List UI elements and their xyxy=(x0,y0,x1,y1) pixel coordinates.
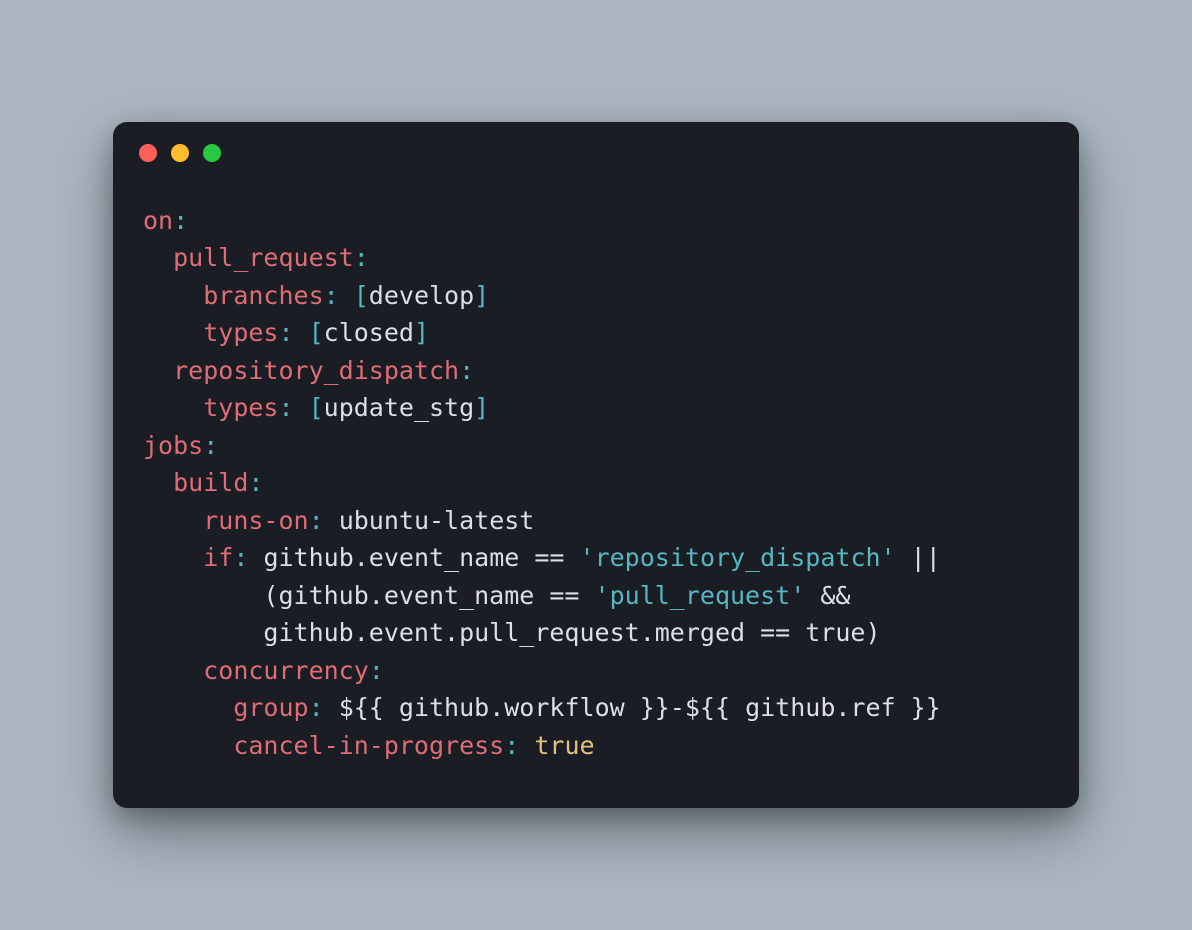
code-token: (github.event_name == xyxy=(143,581,595,610)
code-token: && xyxy=(805,581,865,610)
code-token: pull_request xyxy=(173,243,354,272)
code-token: 'repository_dispatch' xyxy=(580,543,896,572)
code-token: github.event.pull_request.merged == true… xyxy=(143,618,881,647)
code-token xyxy=(143,731,233,760)
code-line: (github.event_name == 'pull_request' && xyxy=(143,577,1049,615)
code-token: if xyxy=(203,543,233,572)
code-line: branches: [develop] xyxy=(143,277,1049,315)
close-icon[interactable] xyxy=(139,144,157,162)
code-token xyxy=(143,281,203,310)
code-line: jobs: xyxy=(143,427,1049,465)
code-line: github.event.pull_request.merged == true… xyxy=(143,614,1049,652)
code-token: : xyxy=(173,206,188,235)
window-titlebar xyxy=(113,122,1079,162)
code-token: runs-on xyxy=(203,506,308,535)
code-token: github.event_name == xyxy=(248,543,579,572)
code-token: types xyxy=(203,318,278,347)
code-token: : xyxy=(369,656,384,685)
code-line: types: [update_stg] xyxy=(143,389,1049,427)
code-token: cancel-in-progress xyxy=(233,731,504,760)
code-token: ] xyxy=(474,393,489,422)
code-token xyxy=(143,393,203,422)
code-line: build: xyxy=(143,464,1049,502)
maximize-icon[interactable] xyxy=(203,144,221,162)
code-line: types: [closed] xyxy=(143,314,1049,352)
code-window: on: pull_request: branches: [develop] ty… xyxy=(113,122,1079,809)
code-token: ubuntu-latest xyxy=(324,506,535,535)
code-token: repository_dispatch xyxy=(173,356,459,385)
code-line: pull_request: xyxy=(143,239,1049,277)
code-token: closed xyxy=(324,318,414,347)
code-block: on: pull_request: branches: [develop] ty… xyxy=(113,162,1079,809)
code-token: : xyxy=(248,468,263,497)
code-token xyxy=(143,543,203,572)
code-token: : [ xyxy=(324,281,369,310)
code-token: branches xyxy=(203,281,323,310)
code-token: ] xyxy=(474,281,489,310)
code-line: on: xyxy=(143,202,1049,240)
code-token: types xyxy=(203,393,278,422)
code-token xyxy=(143,356,173,385)
code-token: jobs xyxy=(143,431,203,460)
code-token: develop xyxy=(369,281,474,310)
code-line: runs-on: ubuntu-latest xyxy=(143,502,1049,540)
code-token xyxy=(143,243,173,272)
code-token: 'pull_request' xyxy=(595,581,806,610)
code-token: concurrency xyxy=(203,656,369,685)
code-token: true xyxy=(534,731,594,760)
code-token: : xyxy=(354,243,369,272)
code-token xyxy=(143,656,203,685)
code-line: repository_dispatch: xyxy=(143,352,1049,390)
code-token: : xyxy=(459,356,474,385)
code-token: : xyxy=(309,506,324,535)
code-token: : xyxy=(233,543,248,572)
code-token: : xyxy=(309,693,324,722)
code-token: : xyxy=(203,431,218,460)
code-token xyxy=(143,318,203,347)
code-line: concurrency: xyxy=(143,652,1049,690)
code-token: build xyxy=(173,468,248,497)
code-token: : [ xyxy=(278,318,323,347)
code-token xyxy=(143,468,173,497)
code-token xyxy=(519,731,534,760)
minimize-icon[interactable] xyxy=(171,144,189,162)
code-token xyxy=(143,693,233,722)
code-token: update_stg xyxy=(324,393,475,422)
code-token xyxy=(143,506,203,535)
code-token: on xyxy=(143,206,173,235)
code-line: cancel-in-progress: true xyxy=(143,727,1049,765)
code-line: if: github.event_name == 'repository_dis… xyxy=(143,539,1049,577)
code-token: ] xyxy=(414,318,429,347)
code-token: || xyxy=(896,543,956,572)
code-token: : [ xyxy=(278,393,323,422)
code-line: group: ${{ github.workflow }}-${{ github… xyxy=(143,689,1049,727)
code-token: group xyxy=(233,693,308,722)
code-token: ${{ github.workflow }}-${{ github.ref }} xyxy=(324,693,941,722)
code-token: : xyxy=(504,731,519,760)
